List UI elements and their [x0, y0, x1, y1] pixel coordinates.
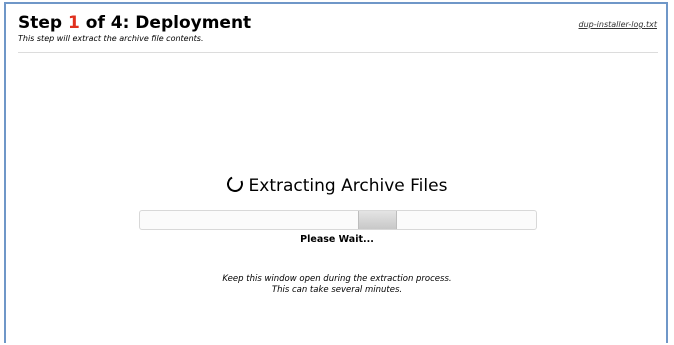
note-line-1: Keep this window open during the extract… — [222, 274, 452, 284]
page-header: Step 1 of 4: Deployment This step will e… — [18, 13, 662, 44]
progress-indicator — [357, 211, 398, 229]
current-step-number: 1 — [68, 13, 80, 33]
note-line-2: This can take several minutes. — [271, 285, 403, 295]
header-divider — [18, 52, 658, 53]
installer-log-link[interactable]: dup-installer-log.txt — [579, 20, 657, 29]
spinner-icon — [224, 173, 245, 195]
page-subtitle: This step will extract the archive file … — [18, 34, 204, 43]
progress-bar — [139, 210, 537, 230]
extraction-note: Keep this window open during the extract… — [0, 274, 674, 296]
page-title: Step 1 of 4: Deployment — [18, 13, 662, 33]
title-suffix: of 4: Deployment — [79, 13, 252, 33]
please-wait-text: Please Wait... — [300, 234, 374, 245]
status-heading: Extracting Archive Files — [0, 173, 674, 197]
status-label: Extracting Archive Files — [248, 176, 448, 196]
title-prefix: Step — [18, 13, 68, 33]
